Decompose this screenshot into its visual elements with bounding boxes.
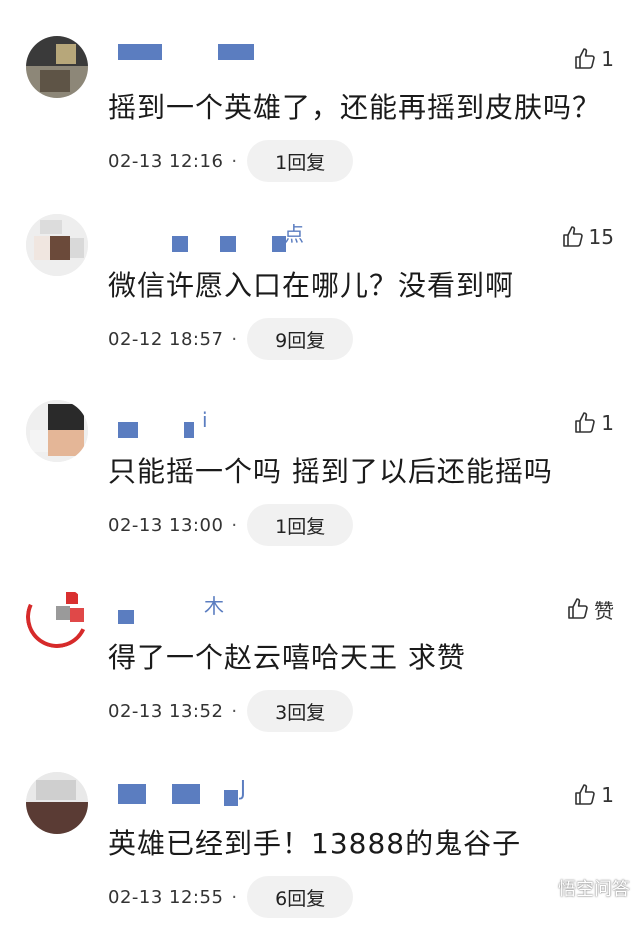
separator-dot: · (231, 700, 238, 722)
thumbs-up-icon (566, 597, 590, 621)
avatar[interactable] (26, 400, 88, 462)
comment-time: 02-13 12:55 (108, 886, 224, 908)
comment-item: 1 摇到一个英雄了，还能再摇到皮肤吗？ 02-13 12:16 · 1回复 (0, 30, 640, 216)
separator-dot: · (231, 328, 238, 350)
username[interactable]: i (108, 402, 328, 438)
reply-button[interactable]: 1回复 (247, 504, 354, 546)
reply-button[interactable]: 1回复 (247, 140, 354, 182)
comment-text: 微信许愿入口在哪儿？没看到啊 (108, 269, 515, 302)
thumbs-up-icon (573, 411, 597, 435)
comment-meta: 02-13 13:52 · 3回复 (108, 690, 354, 732)
comment-text: 只能摇一个吗 摇到了以后还能摇吗 (108, 455, 553, 488)
like-button[interactable]: 赞 (566, 594, 614, 624)
avatar[interactable] (26, 772, 88, 834)
username-fragment: i (202, 408, 208, 432)
like-button[interactable]: 1 (573, 44, 614, 74)
avatar[interactable] (26, 214, 88, 276)
comment-text: 得了一个赵云嘻哈天王 求赞 (108, 641, 466, 674)
watermark-text: 悟空问答 (558, 879, 630, 900)
comment-meta: 02-13 12:55 · 6回复 (108, 876, 354, 918)
comment-meta: 02-13 13:00 · 1回复 (108, 504, 354, 546)
comment-item: 点 15 微信许愿入口在哪儿？没看到啊 02-12 18:57 · 9回复 (0, 208, 640, 394)
comment-item: i 1 只能摇一个吗 摇到了以后还能摇吗 02-13 13:00 · 1回复 (0, 394, 640, 580)
like-count: 1 (601, 411, 614, 435)
comment-text: 英雄已经到手！13888的鬼谷子 (108, 827, 522, 860)
comment-meta: 02-12 18:57 · 9回复 (108, 318, 354, 360)
avatar[interactable] (26, 36, 88, 98)
like-count: 15 (588, 225, 614, 249)
separator-dot: · (231, 886, 238, 908)
thumbs-up-icon (573, 783, 597, 807)
username[interactable]: 木 (108, 588, 328, 624)
like-button[interactable]: 15 (561, 222, 614, 252)
chat-bubble-icon (534, 878, 554, 898)
username-fragment: J (240, 776, 246, 800)
thumbs-up-icon (573, 47, 597, 71)
reply-button[interactable]: 9回复 (247, 318, 354, 360)
comment-time: 02-13 13:52 (108, 700, 224, 722)
thumbs-up-icon (561, 225, 585, 249)
comment-text: 摇到一个英雄了，还能再摇到皮肤吗？ (108, 91, 602, 124)
reply-button[interactable]: 3回复 (247, 690, 354, 732)
comment-time: 02-12 18:57 (108, 328, 224, 350)
like-count: 1 (601, 47, 614, 71)
comment-time: 02-13 13:00 (108, 514, 224, 536)
watermark: 悟空问答 (534, 875, 630, 901)
username-fragment: 木 (204, 594, 224, 618)
reply-button[interactable]: 6回复 (247, 876, 354, 918)
username-fragment: 点 (284, 222, 304, 246)
comment-item: 木 赞 得了一个赵云嘻哈天王 求赞 02-13 13:52 · 3回复 (0, 580, 640, 766)
username[interactable]: 点 (108, 216, 328, 252)
separator-dot: · (231, 514, 238, 536)
comment-item: J 1 英雄已经到手！13888的鬼谷子 02-13 12:55 · 6回复 (0, 766, 640, 952)
separator-dot: · (231, 150, 238, 172)
username[interactable]: J (108, 774, 328, 810)
like-label: 赞 (594, 598, 614, 623)
username[interactable] (108, 38, 328, 74)
comment-time: 02-13 12:16 (108, 150, 224, 172)
avatar[interactable] (26, 586, 88, 648)
like-button[interactable]: 1 (573, 408, 614, 438)
like-count: 1 (601, 783, 614, 807)
like-button[interactable]: 1 (573, 780, 614, 810)
comment-meta: 02-13 12:16 · 1回复 (108, 140, 354, 182)
